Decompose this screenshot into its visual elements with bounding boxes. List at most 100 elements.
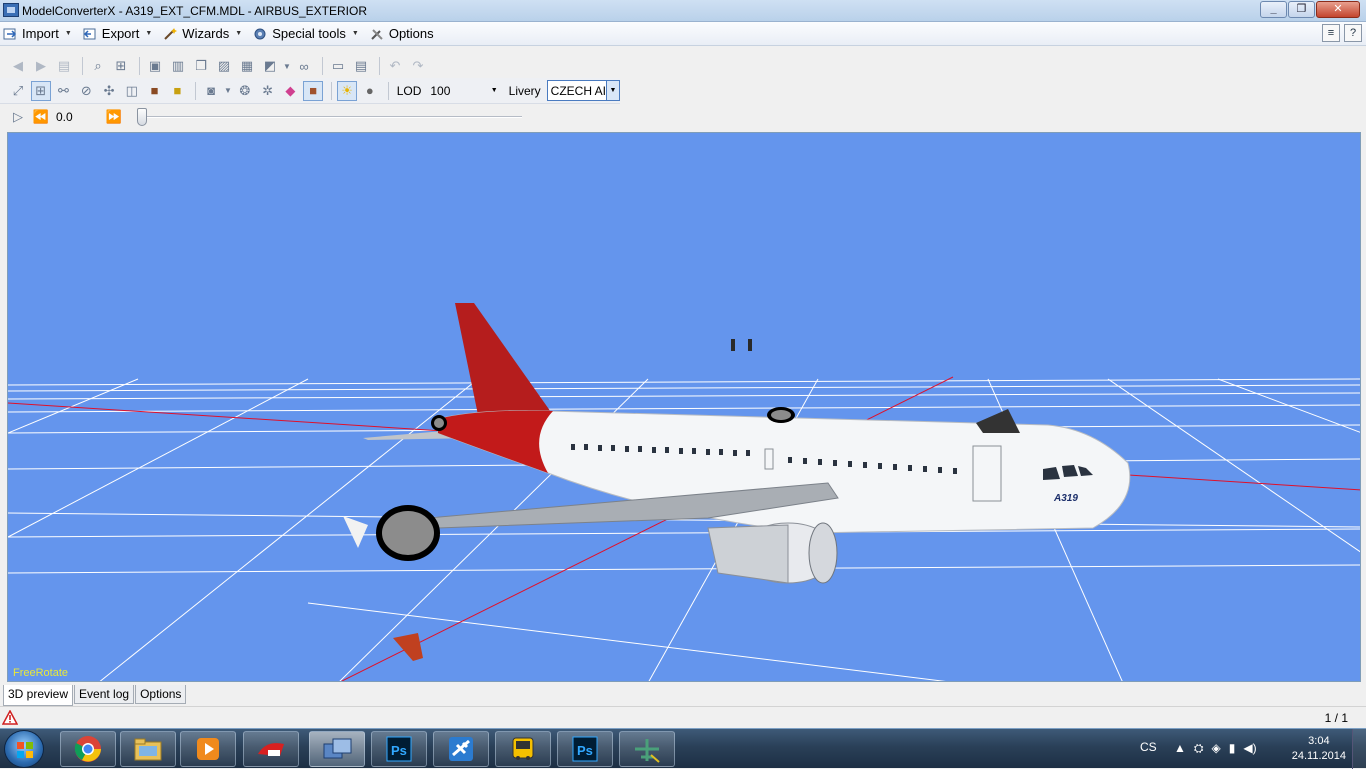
gear-icon xyxy=(253,27,268,41)
chevron-down-icon: ▼ xyxy=(351,30,359,37)
attach-point-icon[interactable]: ◩ xyxy=(260,56,280,76)
taskbar-flight-sim[interactable] xyxy=(433,731,489,767)
taskbar-modelconverterx[interactable] xyxy=(309,731,365,767)
3d-viewport[interactable]: A319 FreeRotate xyxy=(7,132,1361,682)
chevron-down-icon: ▼ xyxy=(145,30,153,37)
maximize-button[interactable]: ❐ xyxy=(1288,1,1315,18)
wireframe-box-icon[interactable]: ◫ xyxy=(122,81,142,101)
play-icon[interactable]: ▷ xyxy=(8,107,28,127)
help-icon[interactable]: ? xyxy=(1344,24,1362,42)
folder-icon xyxy=(134,738,162,761)
taskbar-media-player[interactable] xyxy=(180,731,236,767)
aircraft-app-icon xyxy=(635,739,660,763)
zoom-extents-icon[interactable]: ⤢ xyxy=(8,81,28,101)
taskbar-photoshop[interactable]: Ps xyxy=(371,731,427,767)
copy-icon[interactable]: ❐ xyxy=(191,56,211,76)
redo-icon[interactable]: ↷ xyxy=(408,56,428,76)
particles-icon[interactable]: ❂ xyxy=(235,81,255,101)
close-button[interactable]: ✕ xyxy=(1316,1,1360,18)
title-bar: ModelConverterX - A319_EXT_CFM.MDL - AIR… xyxy=(0,0,1366,22)
back-arrow-icon[interactable]: ◀ xyxy=(8,56,28,76)
taskbar-explorer[interactable] xyxy=(120,731,176,767)
texture-icon[interactable]: ▣ xyxy=(145,56,165,76)
network-icon[interactable]: ▮ xyxy=(1229,741,1236,756)
dropbox-icon[interactable]: ◈ xyxy=(1212,741,1221,756)
view-mode-label: FreeRotate xyxy=(13,667,69,679)
slider-thumb[interactable] xyxy=(137,108,147,126)
undo-icon[interactable]: ↶ xyxy=(385,56,405,76)
material-icon[interactable]: ▥ xyxy=(168,56,188,76)
page-indicator: 1 / 1 xyxy=(1324,711,1348,725)
menu-wizards[interactable]: Wizards ▼ xyxy=(160,24,247,44)
settings-icon[interactable]: ✲ xyxy=(258,81,278,101)
taskbar: Ps Ps CS ▲ ⛭ ◈ ▮ ◀) 3:04 24.11.2014 xyxy=(0,728,1366,769)
color-cube-icon[interactable]: ◆ xyxy=(281,81,301,101)
tab-options[interactable]: Options xyxy=(135,685,187,704)
taskbar-bus-app[interactable] xyxy=(495,731,551,767)
lod-label: LOD xyxy=(396,83,422,98)
texture-box-icon[interactable]: ■ xyxy=(145,81,165,101)
taskbar-photoshop-2[interactable]: Ps xyxy=(557,731,613,767)
menu-special-tools[interactable]: Special tools ▼ xyxy=(250,24,364,44)
forward-arrow-icon[interactable]: ▶ xyxy=(31,56,51,76)
document-icon[interactable]: ≡ xyxy=(1322,24,1340,42)
globe-icon[interactable]: ● xyxy=(360,81,380,101)
minimize-button[interactable]: _ xyxy=(1260,1,1287,18)
menu-export[interactable]: Export ▼ xyxy=(80,24,158,44)
menu-import[interactable]: Import ▼ xyxy=(0,24,77,44)
report-icon[interactable]: ▤ xyxy=(351,56,371,76)
dropdown-arrow-icon[interactable]: ▼ xyxy=(283,56,291,76)
brick-icon[interactable]: ■ xyxy=(303,80,324,101)
taskbar-chrome[interactable] xyxy=(60,731,116,767)
menu-options[interactable]: Options xyxy=(367,24,439,44)
tab-3d-preview[interactable]: 3D preview xyxy=(3,685,74,706)
scene-canvas: A319 xyxy=(8,303,1360,681)
toolbar-separator xyxy=(139,57,140,75)
window-controls: _ ❐ ✕ xyxy=(1259,1,1360,18)
menu-special-tools-label: Special tools xyxy=(272,26,346,41)
start-button[interactable] xyxy=(4,730,44,768)
livery-select[interactable]: CZECH AI ▼ xyxy=(546,80,620,101)
menu-right-icons: ≡ ? xyxy=(1318,24,1362,42)
chevron-down-icon[interactable]: ▼ xyxy=(605,81,619,100)
image-edit-icon[interactable]: ▨ xyxy=(214,56,234,76)
magnifier-icon[interactable]: ⌕ xyxy=(88,56,108,76)
animation-time-input[interactable]: 0.0 xyxy=(54,108,104,126)
taskbar-paint-app[interactable] xyxy=(243,731,299,767)
aircraft-model xyxy=(343,303,1131,661)
rewind-icon[interactable]: ⏪ xyxy=(31,107,51,127)
sync-icon[interactable]: ⛭ xyxy=(1194,741,1204,756)
media-player-icon xyxy=(197,738,219,760)
screen-icon[interactable]: ▭ xyxy=(328,56,348,76)
camera-icon[interactable]: ◙ xyxy=(201,81,221,101)
film-icon[interactable]: ▦ xyxy=(237,56,257,76)
lod-select[interactable]: 100 ▼ xyxy=(427,81,500,100)
show-desktop-button[interactable] xyxy=(1352,729,1366,769)
language-indicator[interactable]: CS xyxy=(1140,740,1157,754)
hierarchy-icon[interactable]: ⊞ xyxy=(111,56,131,76)
tab-event-log[interactable]: Event log xyxy=(74,685,135,704)
link-icon[interactable]: ∞ xyxy=(294,56,314,76)
clock[interactable]: 3:04 24.11.2014 xyxy=(1292,734,1346,764)
grid-icon[interactable]: ⊞ xyxy=(30,80,51,101)
attach-icon[interactable]: ⊘ xyxy=(76,81,96,101)
animation-slider[interactable] xyxy=(137,107,522,127)
status-bar: 1 / 1 xyxy=(0,706,1366,728)
bones-icon[interactable]: ✣ xyxy=(99,81,119,101)
warning-icon[interactable] xyxy=(1,709,19,728)
sun-icon[interactable]: ☀ xyxy=(337,80,357,101)
svg-text:Ps: Ps xyxy=(391,743,407,758)
toolbar-view: ⤢ ⊞ ⚯ ⊘ ✣ ◫ ■ ■ ◙ ▼ ❂ ✲ ◆ ■ ☀ ● LOD 100 … xyxy=(0,78,620,104)
menu-wizards-label: Wizards xyxy=(182,26,230,41)
fast-forward-icon[interactable]: ⏩ xyxy=(104,107,124,127)
dropdown-arrow-icon[interactable]: ▼ xyxy=(224,81,232,101)
volume-icon[interactable]: ◀) xyxy=(1243,741,1256,756)
normals-icon[interactable]: ⚯ xyxy=(54,81,74,101)
taskbar-aircraft-app[interactable] xyxy=(619,731,675,767)
solid-box-icon[interactable]: ■ xyxy=(168,81,188,101)
export-icon xyxy=(83,27,98,41)
show-hidden-icons-icon[interactable]: ▲ xyxy=(1174,741,1186,756)
import-icon xyxy=(3,27,18,41)
document-list-icon[interactable]: ▤ xyxy=(54,56,74,76)
bus-icon xyxy=(512,737,534,760)
